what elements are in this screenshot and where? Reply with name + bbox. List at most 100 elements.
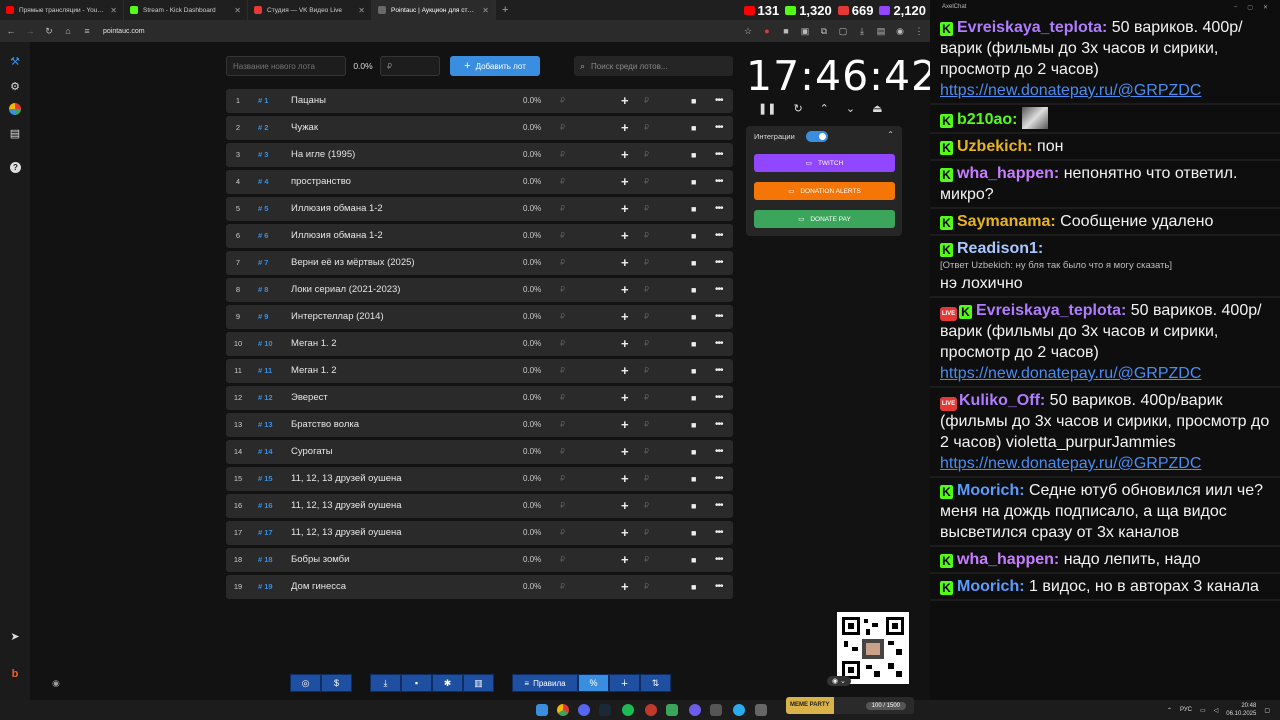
delete-lot-icon[interactable]: ■ — [691, 143, 696, 167]
lot-search-input[interactable]: ⌕ Поиск среди лотов... — [574, 56, 733, 76]
chat-username[interactable]: Moorich — [957, 578, 1019, 595]
lot-name[interactable]: Бобры зомби — [291, 548, 349, 572]
lot-amount-field[interactable]: ₽ — [560, 413, 565, 437]
add-amount-icon[interactable]: + — [621, 197, 629, 221]
delete-lot-icon[interactable]: ■ — [691, 332, 696, 356]
more-options-icon[interactable]: ••• — [715, 440, 723, 464]
rules-button[interactable]: ≡ Правила — [512, 674, 578, 692]
lot-add-amount-field[interactable]: ₽ — [644, 440, 649, 464]
lot-amount-field[interactable]: ₽ — [560, 575, 565, 599]
lot-add-amount-field[interactable]: ₽ — [644, 116, 649, 140]
volume-icon[interactable]: ◁ — [1214, 707, 1219, 714]
lot-name[interactable]: Эверест — [291, 386, 328, 410]
lot-amount-field[interactable]: ₽ — [560, 170, 565, 194]
chat-username[interactable]: Kuliko_Off — [959, 392, 1040, 409]
chat-username[interactable]: b210ao — [957, 111, 1012, 128]
eye-icon[interactable]: ◉ — [52, 678, 60, 689]
add-amount-icon[interactable]: + — [621, 548, 629, 572]
delete-lot-icon[interactable]: ■ — [691, 521, 696, 545]
sidebar-toggle-icon[interactable]: ▤ — [876, 26, 886, 37]
lot-amount-field[interactable]: ₽ — [560, 467, 565, 491]
auction-icon[interactable]: ⚒ — [8, 54, 22, 68]
chrome-icon[interactable] — [557, 704, 569, 716]
integrations-toggle[interactable] — [806, 131, 828, 142]
browser-tab[interactable]: Студия — VK Видео Live ✕ — [248, 0, 372, 20]
lot-add-amount-field[interactable]: ₽ — [644, 251, 649, 275]
lot-add-amount-field[interactable]: ₽ — [644, 332, 649, 356]
delete-lot-icon[interactable]: ■ — [691, 89, 696, 113]
add-amount-icon[interactable]: + — [621, 575, 629, 599]
lot-add-amount-field[interactable]: ₽ — [644, 278, 649, 302]
save-icon[interactable]: ▪ — [401, 674, 432, 692]
add-amount-icon[interactable]: + — [621, 170, 629, 194]
add-amount-icon[interactable]: + — [621, 494, 629, 518]
lot-add-amount-field[interactable]: ₽ — [644, 143, 649, 167]
delete-lot-icon[interactable]: ■ — [691, 197, 696, 221]
max-time-icon[interactable]: ⏏ — [872, 102, 882, 115]
chat-username[interactable]: Moorich — [957, 482, 1019, 499]
add-amount-icon[interactable]: + — [621, 116, 629, 140]
lot-name[interactable]: Дом гинесса — [291, 575, 346, 599]
spotify-icon[interactable] — [622, 704, 634, 716]
download-icon[interactable]: ⤓ — [857, 26, 867, 37]
lot-name[interactable]: На игле (1995) — [291, 143, 355, 167]
pause-icon[interactable]: ❚❚ — [758, 102, 776, 115]
lot-add-amount-field[interactable]: ₽ — [644, 170, 649, 194]
add-amount-icon[interactable]: + — [621, 467, 629, 491]
integration-button-twitch[interactable]: ▭ TWITCH — [754, 154, 895, 172]
bookmark-star-icon[interactable]: ☆ — [743, 26, 753, 37]
add-amount-icon[interactable]: + — [621, 143, 629, 167]
lot-name[interactable]: Чужак — [291, 116, 318, 140]
lot-add-amount-field[interactable]: ₽ — [644, 467, 649, 491]
more-options-icon[interactable]: ••• — [715, 575, 723, 599]
integration-button-donate-pay[interactable]: ▭ DONATE PAY — [754, 210, 895, 228]
more-options-icon[interactable]: ••• — [715, 413, 723, 437]
add-amount-icon[interactable]: + — [621, 440, 629, 464]
lot-add-amount-field[interactable]: ₽ — [644, 575, 649, 599]
more-options-icon[interactable]: ••• — [715, 548, 723, 572]
lot-name[interactable]: Иллюзия обмана 1-2 — [291, 224, 383, 248]
chat-username[interactable]: Readison1 — [957, 240, 1038, 257]
subtract-time-icon[interactable]: ⌄ — [846, 102, 855, 115]
delete-lot-icon[interactable]: ■ — [691, 170, 696, 194]
more-options-icon[interactable]: ••• — [715, 494, 723, 518]
lot-amount-field[interactable]: ₽ — [560, 359, 565, 383]
lot-name[interactable]: Сурогаты — [291, 440, 333, 464]
lot-amount-field[interactable]: ₽ — [560, 278, 565, 302]
lot-name[interactable]: Верни её из мёртвых (2025) — [291, 251, 415, 275]
close-tab-icon[interactable]: ✕ — [110, 6, 117, 15]
chat-username[interactable]: Evreiskaya_teplota — [976, 302, 1121, 319]
chat-username[interactable]: wha_happen — [957, 165, 1054, 182]
bug-icon[interactable]: ✱ — [432, 674, 463, 692]
lot-amount-field[interactable]: ₽ — [560, 440, 565, 464]
delete-lot-icon[interactable]: ■ — [691, 494, 696, 518]
lot-name[interactable]: Интерстеллар (2014) — [291, 305, 384, 329]
lot-name[interactable]: Меган 1. 2 — [291, 359, 337, 383]
extension-icon[interactable]: ■ — [781, 26, 791, 36]
add-amount-icon[interactable]: + — [621, 386, 629, 410]
lot-add-amount-field[interactable]: ₽ — [644, 521, 649, 545]
app-icon[interactable] — [645, 704, 657, 716]
split-view-icon[interactable]: ▢ — [838, 26, 848, 37]
add-amount-icon[interactable]: + — [621, 278, 629, 302]
telegram-icon[interactable] — [733, 704, 745, 716]
lot-amount-field[interactable]: ₽ — [560, 143, 565, 167]
percent-toggle[interactable]: % — [578, 674, 609, 692]
lot-amount-field[interactable]: ₽ — [560, 332, 565, 356]
chat-link[interactable]: https://new.donatepay.ru/@GRPZDC — [940, 365, 1201, 382]
lot-amount-field[interactable]: ₽ — [560, 224, 565, 248]
chat-username[interactable]: Evreiskaya_teplota — [957, 19, 1102, 36]
language-indicator[interactable]: РУС — [1180, 707, 1192, 713]
more-options-icon[interactable]: ••• — [715, 359, 723, 383]
lot-name[interactable]: Братство волка — [291, 413, 359, 437]
lot-add-amount-field[interactable]: ₽ — [644, 224, 649, 248]
maximize-icon[interactable]: ▢ — [1247, 4, 1253, 11]
lot-amount-field[interactable]: ₽ — [560, 494, 565, 518]
app-icon[interactable] — [689, 704, 701, 716]
lot-add-amount-field[interactable]: ₽ — [644, 386, 649, 410]
lot-add-amount-field[interactable]: ₽ — [644, 89, 649, 113]
lot-name[interactable]: Меган 1. 2 — [291, 332, 337, 356]
new-tab-button[interactable]: + — [496, 4, 514, 16]
lot-amount-field[interactable]: ₽ — [560, 251, 565, 275]
new-lot-amount-input[interactable] — [380, 56, 440, 76]
